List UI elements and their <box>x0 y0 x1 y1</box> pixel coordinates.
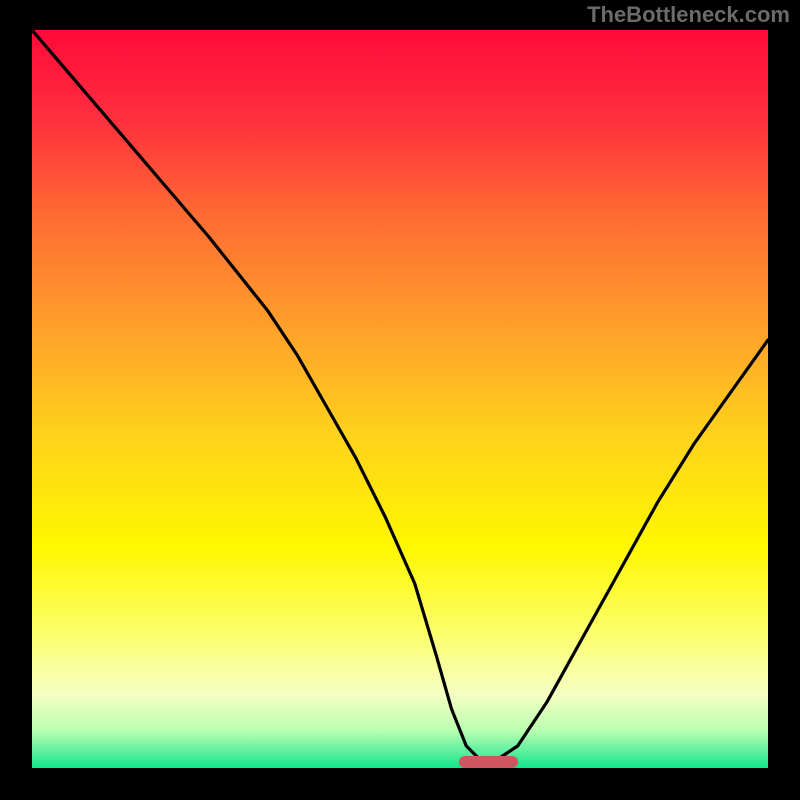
watermark-text: TheBottleneck.com <box>587 2 790 28</box>
bottleneck-curve <box>32 30 768 768</box>
plot-area <box>32 30 768 768</box>
optimum-marker <box>459 756 518 768</box>
chart-frame: TheBottleneck.com <box>0 0 800 800</box>
